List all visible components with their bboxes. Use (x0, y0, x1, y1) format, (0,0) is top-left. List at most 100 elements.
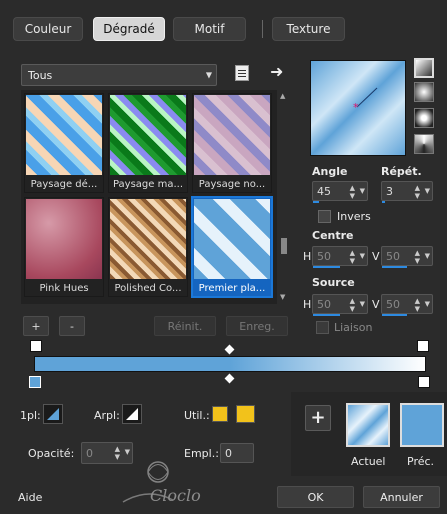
source-label: Source (312, 276, 355, 289)
spin-arrows-icon[interactable]: ▲ ▼ (350, 184, 355, 200)
chevron-down-icon[interactable]: ▼ (425, 252, 430, 260)
repeat-slider[interactable] (382, 201, 385, 203)
gradient-label: Paysage ma... (112, 179, 184, 190)
tab-texture[interactable]: Texture (272, 17, 345, 41)
gradient-item-selected[interactable]: Premier pla... (191, 196, 273, 298)
util-label: Util.: (184, 409, 210, 422)
invert-label: Invers (337, 210, 371, 223)
location-input[interactable]: 0 (220, 443, 254, 463)
angle-handle-icon[interactable]: * (311, 61, 407, 157)
save-button[interactable]: Enreg. (226, 316, 288, 336)
center-h-slider[interactable] (313, 266, 340, 268)
chevron-down-icon[interactable]: ▼ (425, 300, 430, 308)
source-v-label: V (372, 298, 380, 311)
source-v-input[interactable]: 50 ▲ ▼ ▼ (381, 294, 433, 314)
tab-separator (262, 20, 263, 38)
rectangular-type-icon[interactable] (414, 82, 434, 102)
scroll-up-icon[interactable]: ▲ (280, 92, 285, 100)
gradient-label: Pink Hues (39, 283, 89, 294)
tab-bar: Couleur Dégradé Motif Texture (0, 0, 447, 48)
spin-arrows-icon[interactable]: ▲ ▼ (415, 249, 420, 265)
invert-checkbox[interactable] (318, 210, 331, 223)
util-swatch[interactable] (212, 406, 228, 422)
ok-button[interactable]: OK (277, 486, 354, 508)
arpl-label: Arpl: (94, 409, 120, 422)
opacity-label: Opacité: (28, 447, 75, 460)
color-stop-left[interactable] (29, 376, 41, 388)
link-checkbox[interactable] (316, 321, 329, 334)
location-value: 0 (225, 446, 232, 460)
gradient-item[interactable]: Paysage ma... (108, 93, 188, 193)
gradient-item[interactable]: Polished Co... (108, 197, 188, 297)
gradient-file-icon[interactable] (235, 65, 249, 81)
center-v-label: V (372, 250, 380, 263)
source-v-slider[interactable] (382, 314, 407, 316)
spin-arrows-icon[interactable]: ▲ ▼ (415, 184, 420, 200)
color-stop-right[interactable] (418, 376, 430, 388)
gradient-item[interactable]: Pink Hues (24, 197, 104, 297)
spin-arrows-icon[interactable]: ▲ ▼ (350, 249, 355, 265)
tab-motif[interactable]: Motif (173, 17, 246, 41)
center-v-value: 50 (386, 249, 400, 263)
add-icon[interactable]: + (305, 405, 331, 431)
watermark-logo: Cloclo (118, 452, 218, 510)
color-midpoint[interactable] (224, 373, 235, 384)
chevron-down-icon[interactable]: ▼ (360, 252, 365, 260)
background-stop-icon[interactable] (122, 404, 142, 424)
link-label: Liaison (334, 321, 373, 334)
gradient-label: Paysage dé... (30, 179, 98, 190)
gradient-item[interactable]: Paysage dé... (24, 93, 104, 193)
previous-gradient-swatch[interactable] (400, 403, 444, 447)
repeat-value: 3 (386, 184, 393, 198)
gradient-preview (26, 199, 102, 279)
repeat-input[interactable]: 3 ▲ ▼ ▼ (381, 181, 433, 201)
gradient-preview (194, 199, 270, 279)
foreground-stop-icon[interactable] (43, 404, 63, 424)
scrollbar-thumb[interactable] (281, 238, 287, 254)
arrow-right-icon[interactable]: ➜ (270, 62, 283, 81)
chevron-down-icon[interactable]: ▼ (360, 187, 365, 195)
repeat-label: Répét. (381, 165, 422, 178)
chevron-down-icon[interactable]: ▼ (360, 300, 365, 308)
angle-slider[interactable] (313, 201, 319, 203)
angle-value: 45 (317, 184, 331, 198)
gradient-preview (110, 199, 186, 279)
spin-arrows-icon[interactable]: ▲ ▼ (415, 297, 420, 313)
spin-arrows-icon[interactable]: ▲ ▼ (350, 297, 355, 313)
tab-degrade[interactable]: Dégradé (93, 17, 165, 41)
linear-type-icon[interactable] (414, 58, 434, 78)
gradient-preview (26, 95, 102, 175)
source-h-slider[interactable] (313, 314, 340, 316)
gradient-bar[interactable] (34, 356, 426, 372)
center-label: Centre (312, 229, 354, 242)
cancel-button[interactable]: Annuler (363, 486, 440, 508)
opacity-midpoint[interactable] (224, 344, 235, 355)
scroll-down-icon[interactable]: ▼ (280, 293, 285, 301)
gradient-item[interactable]: Paysage no... (192, 93, 272, 193)
sunburst-type-icon[interactable] (414, 134, 434, 154)
category-select[interactable]: Tous ▼ (21, 64, 217, 86)
current-gradient-swatch[interactable] (346, 403, 390, 447)
help-link[interactable]: Aide (18, 491, 42, 504)
gradient-preview-large[interactable]: * (310, 60, 406, 156)
chevron-down-icon[interactable]: ▼ (425, 187, 430, 195)
add-gradient-button[interactable]: + (23, 316, 49, 336)
angle-input[interactable]: 45 ▲ ▼ ▼ (312, 181, 368, 201)
opacity-stop-left[interactable] (30, 340, 42, 352)
center-h-input[interactable]: 50 ▲ ▼ ▼ (312, 246, 368, 266)
tab-couleur[interactable]: Couleur (13, 17, 83, 41)
reset-button[interactable]: Réinit. (154, 316, 216, 336)
watermark-text: Cloclo (150, 486, 201, 505)
center-v-input[interactable]: 50 ▲ ▼ ▼ (381, 246, 433, 266)
util-swatch-2[interactable] (236, 405, 255, 423)
angle-label: Angle (312, 165, 348, 178)
center-h-label: H (303, 250, 312, 263)
list-scrollbar[interactable]: ▲ ▼ (279, 90, 289, 304)
center-v-slider[interactable] (382, 266, 407, 268)
remove-gradient-button[interactable]: - (59, 316, 85, 336)
category-value: Tous (28, 68, 53, 82)
opacity-stop-right[interactable] (417, 340, 429, 352)
current-label: Actuel (351, 455, 386, 468)
radial-type-icon[interactable] (414, 108, 434, 128)
source-h-input[interactable]: 50 ▲ ▼ ▼ (312, 294, 368, 314)
